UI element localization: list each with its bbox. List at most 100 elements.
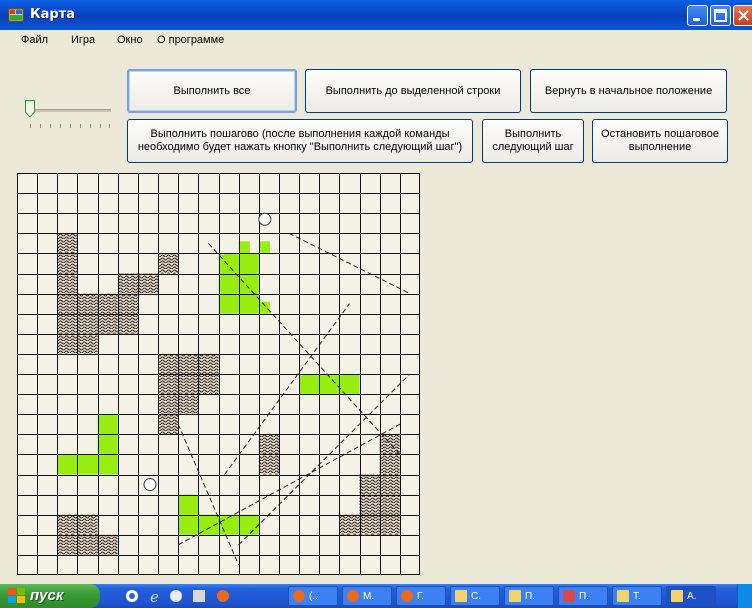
app-icon xyxy=(671,590,683,602)
grass-cell xyxy=(178,514,199,535)
maximize-button[interactable] xyxy=(710,5,731,26)
minimize-button[interactable] xyxy=(687,5,708,26)
app-icon xyxy=(8,8,24,22)
speed-slider-ticks xyxy=(30,124,110,128)
rock-cell xyxy=(379,454,400,475)
quick-launch-icons[interactable]: e xyxy=(124,588,244,604)
grass-cell xyxy=(299,374,320,395)
next-step-label-line1: Выполнить xyxy=(504,128,562,140)
stop-step-label-line1: Остановить пошаговое xyxy=(601,128,719,140)
folder-icon xyxy=(509,590,521,602)
firefox-icon xyxy=(401,590,413,602)
speed-slider-thumb[interactable] xyxy=(25,100,35,118)
rock-cell xyxy=(158,253,179,274)
rock-cell xyxy=(97,293,118,314)
rock-cell xyxy=(359,474,380,495)
menu-about[interactable]: О программе xyxy=(157,34,224,46)
rock-cell xyxy=(57,273,78,294)
folder-icon xyxy=(455,590,467,602)
taskbar-item-2[interactable]: М. xyxy=(342,586,392,606)
minimize-icon xyxy=(693,18,700,21)
taskbar-item-1[interactable]: (.. xyxy=(288,586,338,606)
rock-cell xyxy=(137,273,159,294)
path-line xyxy=(288,232,411,295)
taskbar-item-4[interactable]: С. xyxy=(450,586,500,606)
rock-cell xyxy=(359,514,380,535)
close-button[interactable] xyxy=(733,5,752,26)
rock-cell xyxy=(57,514,78,535)
menu-game[interactable]: Игра xyxy=(71,34,95,46)
rock-cell xyxy=(97,534,118,555)
rock-cell xyxy=(77,333,98,354)
rock-cell xyxy=(57,333,78,354)
grass-cell xyxy=(238,253,259,274)
next-step-label-line2: следующий шаг xyxy=(492,141,574,153)
reset-position-label: Вернуть в начальное положение xyxy=(544,84,713,97)
rock-cell xyxy=(77,514,98,535)
reset-position-button[interactable]: Вернуть в начальное положение xyxy=(530,69,727,113)
circle-marker xyxy=(143,478,157,492)
window-title: Карта xyxy=(30,7,76,22)
run-to-selected-button[interactable]: Выполнить до выделенной строки xyxy=(305,69,521,113)
grass-cell xyxy=(238,293,259,314)
taskbar-item-5[interactable]: П. xyxy=(504,586,554,606)
taskbar-item-3[interactable]: Г. xyxy=(396,586,446,606)
rock-cell xyxy=(198,353,219,374)
rock-cell xyxy=(158,374,179,395)
grass-cell xyxy=(218,293,239,314)
taskbar-item-7[interactable]: Т. xyxy=(612,586,662,606)
menu-window[interactable]: Окно xyxy=(117,34,143,46)
stop-step-label-line2: выполнение xyxy=(628,141,692,153)
menu-file[interactable]: Файл xyxy=(21,34,48,46)
step-mode-button[interactable]: Выполнить пошагово (после выполнения каж… xyxy=(127,119,473,163)
rock-cell xyxy=(57,233,78,254)
grass-cell xyxy=(77,454,98,475)
grass-cell xyxy=(97,454,118,475)
rock-cell xyxy=(97,313,118,334)
grass-cell xyxy=(339,374,360,395)
menu-bar: Файл Игра Окно О программе xyxy=(0,30,752,50)
taskbar-item-8[interactable]: А. xyxy=(666,586,716,606)
rock-cell xyxy=(178,374,199,395)
map-grid[interactable] xyxy=(17,173,420,575)
start-label: пуск xyxy=(30,587,64,604)
rock-cell xyxy=(57,534,78,555)
next-step-button[interactable]: Выполнить следующий шаг xyxy=(482,119,584,163)
maximize-icon xyxy=(714,9,727,22)
system-tray xyxy=(737,584,752,608)
rock-cell xyxy=(117,293,138,314)
grass-cell xyxy=(238,241,250,254)
rock-cell xyxy=(198,374,219,395)
grass-cell xyxy=(258,241,270,254)
title-bar: Карта xyxy=(0,0,752,30)
speed-slider-track[interactable] xyxy=(29,109,111,112)
map-panel[interactable] xyxy=(17,173,420,575)
start-button[interactable]: пуск xyxy=(0,584,100,608)
run-all-button[interactable]: Выполнить все xyxy=(127,69,297,113)
grass-cell xyxy=(57,454,78,475)
rock-cell xyxy=(77,534,98,555)
rock-cell xyxy=(77,313,98,334)
rock-cell xyxy=(158,394,179,415)
firefox-icon xyxy=(293,590,305,602)
rock-cell xyxy=(117,313,138,334)
rock-cell xyxy=(258,454,279,475)
grass-cell xyxy=(238,273,259,294)
grass-cell xyxy=(258,301,270,314)
step-mode-label-line2: необходимо будет нажать кнопку "Выполнит… xyxy=(137,141,463,153)
circle-marker xyxy=(258,212,272,226)
rock-cell xyxy=(379,494,400,515)
rock-cell xyxy=(158,353,179,374)
taskbar-item-6[interactable]: П. xyxy=(558,586,608,606)
rock-cell xyxy=(77,293,98,314)
rock-cell xyxy=(258,434,279,455)
rock-cell xyxy=(178,353,199,374)
run-all-label: Выполнить все xyxy=(173,84,251,97)
stop-step-button[interactable]: Остановить пошаговое выполнение xyxy=(592,119,728,163)
step-mode-label-line1: Выполнить пошагово (после выполнения каж… xyxy=(150,128,450,140)
grass-cell xyxy=(218,273,239,294)
grass-cell xyxy=(238,514,259,535)
rock-cell xyxy=(57,253,78,274)
rock-cell xyxy=(178,394,199,415)
rock-cell xyxy=(158,414,179,435)
